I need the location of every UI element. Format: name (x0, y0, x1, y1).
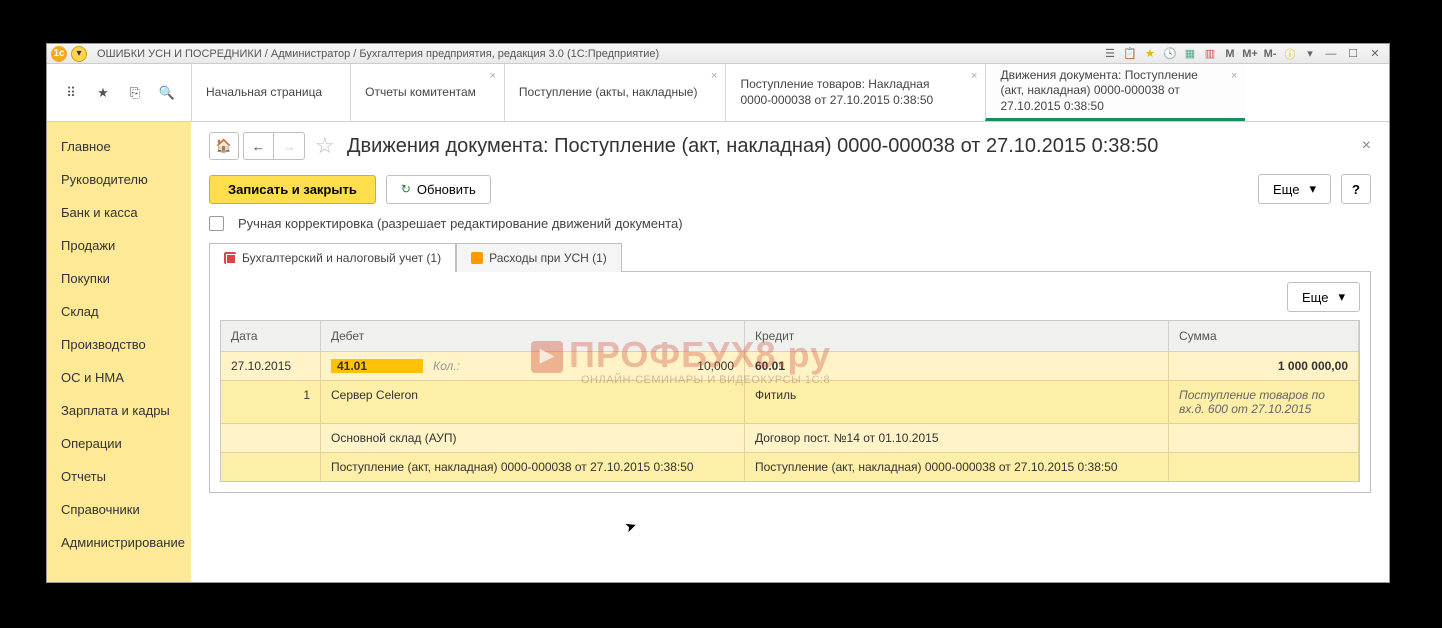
table-row[interactable]: 27.10.2015 41.01 Кол.: 10,000 60.01 1 00… (221, 351, 1359, 380)
cell-debit-sub: Основной склад (АУП) (321, 424, 745, 452)
cell-credit: 60.01 (745, 352, 1169, 380)
usn-icon (471, 252, 483, 264)
favorite-toggle[interactable]: ☆ (315, 133, 341, 159)
cell-credit-sub: Фитиль (745, 381, 1169, 423)
postings-table: Дата Дебет Кредит Сумма 27.10.2015 41.01… (220, 320, 1360, 482)
top-tabs: ⠿ ★ ⎘ 🔍 Начальная страница Отчеты комите… (47, 64, 1389, 122)
chevron-down-icon: ▾ (1338, 289, 1345, 305)
sidebar-item-main[interactable]: Главное (47, 130, 191, 163)
th-credit[interactable]: Кредит (745, 321, 1169, 351)
tab-movements[interactable]: Движения документа: Поступление (акт, на… (985, 64, 1245, 121)
close-icon[interactable]: × (489, 70, 495, 82)
close-page-button[interactable]: × (1362, 137, 1371, 155)
mem-m[interactable]: М (1221, 45, 1239, 63)
table-row[interactable]: Поступление (акт, накладная) 0000-000038… (221, 452, 1359, 481)
clip-icon[interactable]: ⎘ (125, 83, 145, 103)
qty-value: 10,000 (634, 359, 734, 373)
history-icon[interactable]: 🕓 (1161, 45, 1179, 63)
close-icon[interactable]: × (1231, 70, 1237, 82)
sidebar-item-admin[interactable]: Администрирование (47, 526, 191, 559)
sidebar-item-manager[interactable]: Руководителю (47, 163, 191, 196)
cell-credit-sub: Поступление (акт, накладная) 0000-000038… (745, 453, 1169, 481)
calc-icon[interactable]: ▦ (1181, 45, 1199, 63)
tb-icon-2[interactable]: 📋 (1121, 45, 1139, 63)
debit-account: 41.01 (331, 359, 423, 373)
content-area: 🏠 ← → ☆ Движения документа: Поступление … (191, 122, 1389, 582)
sidebar-item-sales[interactable]: Продажи (47, 229, 191, 262)
info-icon[interactable]: ⓘ (1281, 45, 1299, 63)
th-sum[interactable]: Сумма (1169, 321, 1359, 351)
sidebar: Главное Руководителю Банк и касса Продаж… (47, 122, 191, 582)
save-close-button[interactable]: Записать и закрыть (209, 175, 376, 204)
qty-label: Кол.: (423, 359, 634, 373)
table-header: Дата Дебет Кредит Сумма (221, 321, 1359, 351)
cell-debit-sub: Поступление (акт, накладная) 0000-000038… (321, 453, 745, 481)
th-date[interactable]: Дата (221, 321, 321, 351)
tb-icon-1[interactable]: ☰ (1101, 45, 1119, 63)
mem-m-plus[interactable]: М+ (1241, 45, 1259, 63)
table-row[interactable]: 1 Сервер Celeron Фитиль Поступление това… (221, 380, 1359, 423)
sidebar-item-warehouse[interactable]: Склад (47, 295, 191, 328)
th-debit[interactable]: Дебет (321, 321, 745, 351)
manual-edit-label: Ручная корректировка (разрешает редактир… (238, 216, 683, 231)
cell-credit-sub: Договор пост. №14 от 01.10.2015 (745, 424, 1169, 452)
cell-debit-sub: Сервер Celeron (321, 381, 745, 423)
tab-receipt-doc[interactable]: Поступление товаров: Накладная 0000-0000… (725, 64, 985, 121)
subtab-usn[interactable]: Расходы при УСН (1) (456, 243, 622, 272)
tab-panel: Еще▾ Дата Дебет Кредит Сумма 27.10.2015 … (209, 272, 1371, 493)
cell-debit: 41.01 Кол.: 10,000 (321, 352, 745, 380)
app-icon: 1c (51, 46, 67, 62)
star-icon[interactable]: ★ (93, 83, 113, 103)
cell-sum: 1 000 000,00 (1169, 352, 1359, 380)
table-row[interactable]: Основной склад (АУП) Договор пост. №14 о… (221, 423, 1359, 452)
apps-icon[interactable]: ⠿ (61, 83, 81, 103)
more-button[interactable]: Еще▾ (1258, 174, 1331, 204)
back-button[interactable]: ← (244, 133, 274, 159)
app-window: 1c ▾ ОШИБКИ УСН И ПОСРЕДНИКИ / Администр… (46, 43, 1390, 583)
page-title: Движения документа: Поступление (акт, на… (347, 135, 1362, 158)
favorite-icon[interactable]: ★ (1141, 45, 1159, 63)
help-button[interactable]: ? (1341, 174, 1371, 204)
tab-receipt-list[interactable]: Поступление (акты, накладные)× (504, 64, 726, 121)
manual-edit-checkbox[interactable] (209, 216, 224, 231)
maximize-button[interactable]: ☐ (1343, 45, 1363, 63)
mem-m-minus[interactable]: М- (1261, 45, 1279, 63)
search-icon[interactable]: 🔍 (157, 83, 177, 103)
tab-reports[interactable]: Отчеты комитентам× (350, 64, 504, 121)
minimize-button[interactable]: — (1321, 45, 1341, 63)
refresh-icon: ↻ (401, 182, 411, 196)
cursor-icon: ➤ (622, 517, 639, 537)
calendar-icon[interactable]: ▥ (1201, 45, 1219, 63)
subtab-accounting[interactable]: Бухгалтерский и налоговый учет (1) (209, 243, 456, 272)
sidebar-item-catalogs[interactable]: Справочники (47, 493, 191, 526)
sidebar-item-purchases[interactable]: Покупки (47, 262, 191, 295)
home-button[interactable]: 🏠 (209, 132, 239, 160)
close-window-button[interactable]: ✕ (1365, 45, 1385, 63)
tab-start[interactable]: Начальная страница (191, 64, 350, 121)
forward-button[interactable]: → (274, 133, 304, 159)
window-title: ОШИБКИ УСН И ПОСРЕДНИКИ / Администратор … (97, 48, 659, 60)
sidebar-item-assets[interactable]: ОС и НМА (47, 361, 191, 394)
cell-sum-desc: Поступление товаров по вх.д. 600 от 27.1… (1169, 381, 1359, 423)
info-dd[interactable]: ▾ (1301, 45, 1319, 63)
cell-date: 27.10.2015 (221, 352, 321, 380)
sidebar-item-operations[interactable]: Операции (47, 427, 191, 460)
inner-more-button[interactable]: Еще▾ (1287, 282, 1360, 312)
refresh-button[interactable]: ↻Обновить (386, 175, 491, 204)
close-icon[interactable]: × (971, 70, 977, 82)
sidebar-item-hr[interactable]: Зарплата и кадры (47, 394, 191, 427)
accounting-icon (224, 252, 236, 264)
sidebar-item-production[interactable]: Производство (47, 328, 191, 361)
sidebar-item-reports[interactable]: Отчеты (47, 460, 191, 493)
cell-num: 1 (221, 381, 321, 423)
sidebar-item-bank[interactable]: Банк и касса (47, 196, 191, 229)
nav-history: ← → (243, 132, 305, 160)
dropdown-icon[interactable]: ▾ (71, 46, 87, 62)
chevron-down-icon: ▾ (1309, 181, 1316, 197)
titlebar: 1c ▾ ОШИБКИ УСН И ПОСРЕДНИКИ / Администр… (47, 44, 1389, 64)
close-icon[interactable]: × (711, 70, 717, 82)
subtabs: Бухгалтерский и налоговый учет (1) Расхо… (209, 243, 1371, 272)
